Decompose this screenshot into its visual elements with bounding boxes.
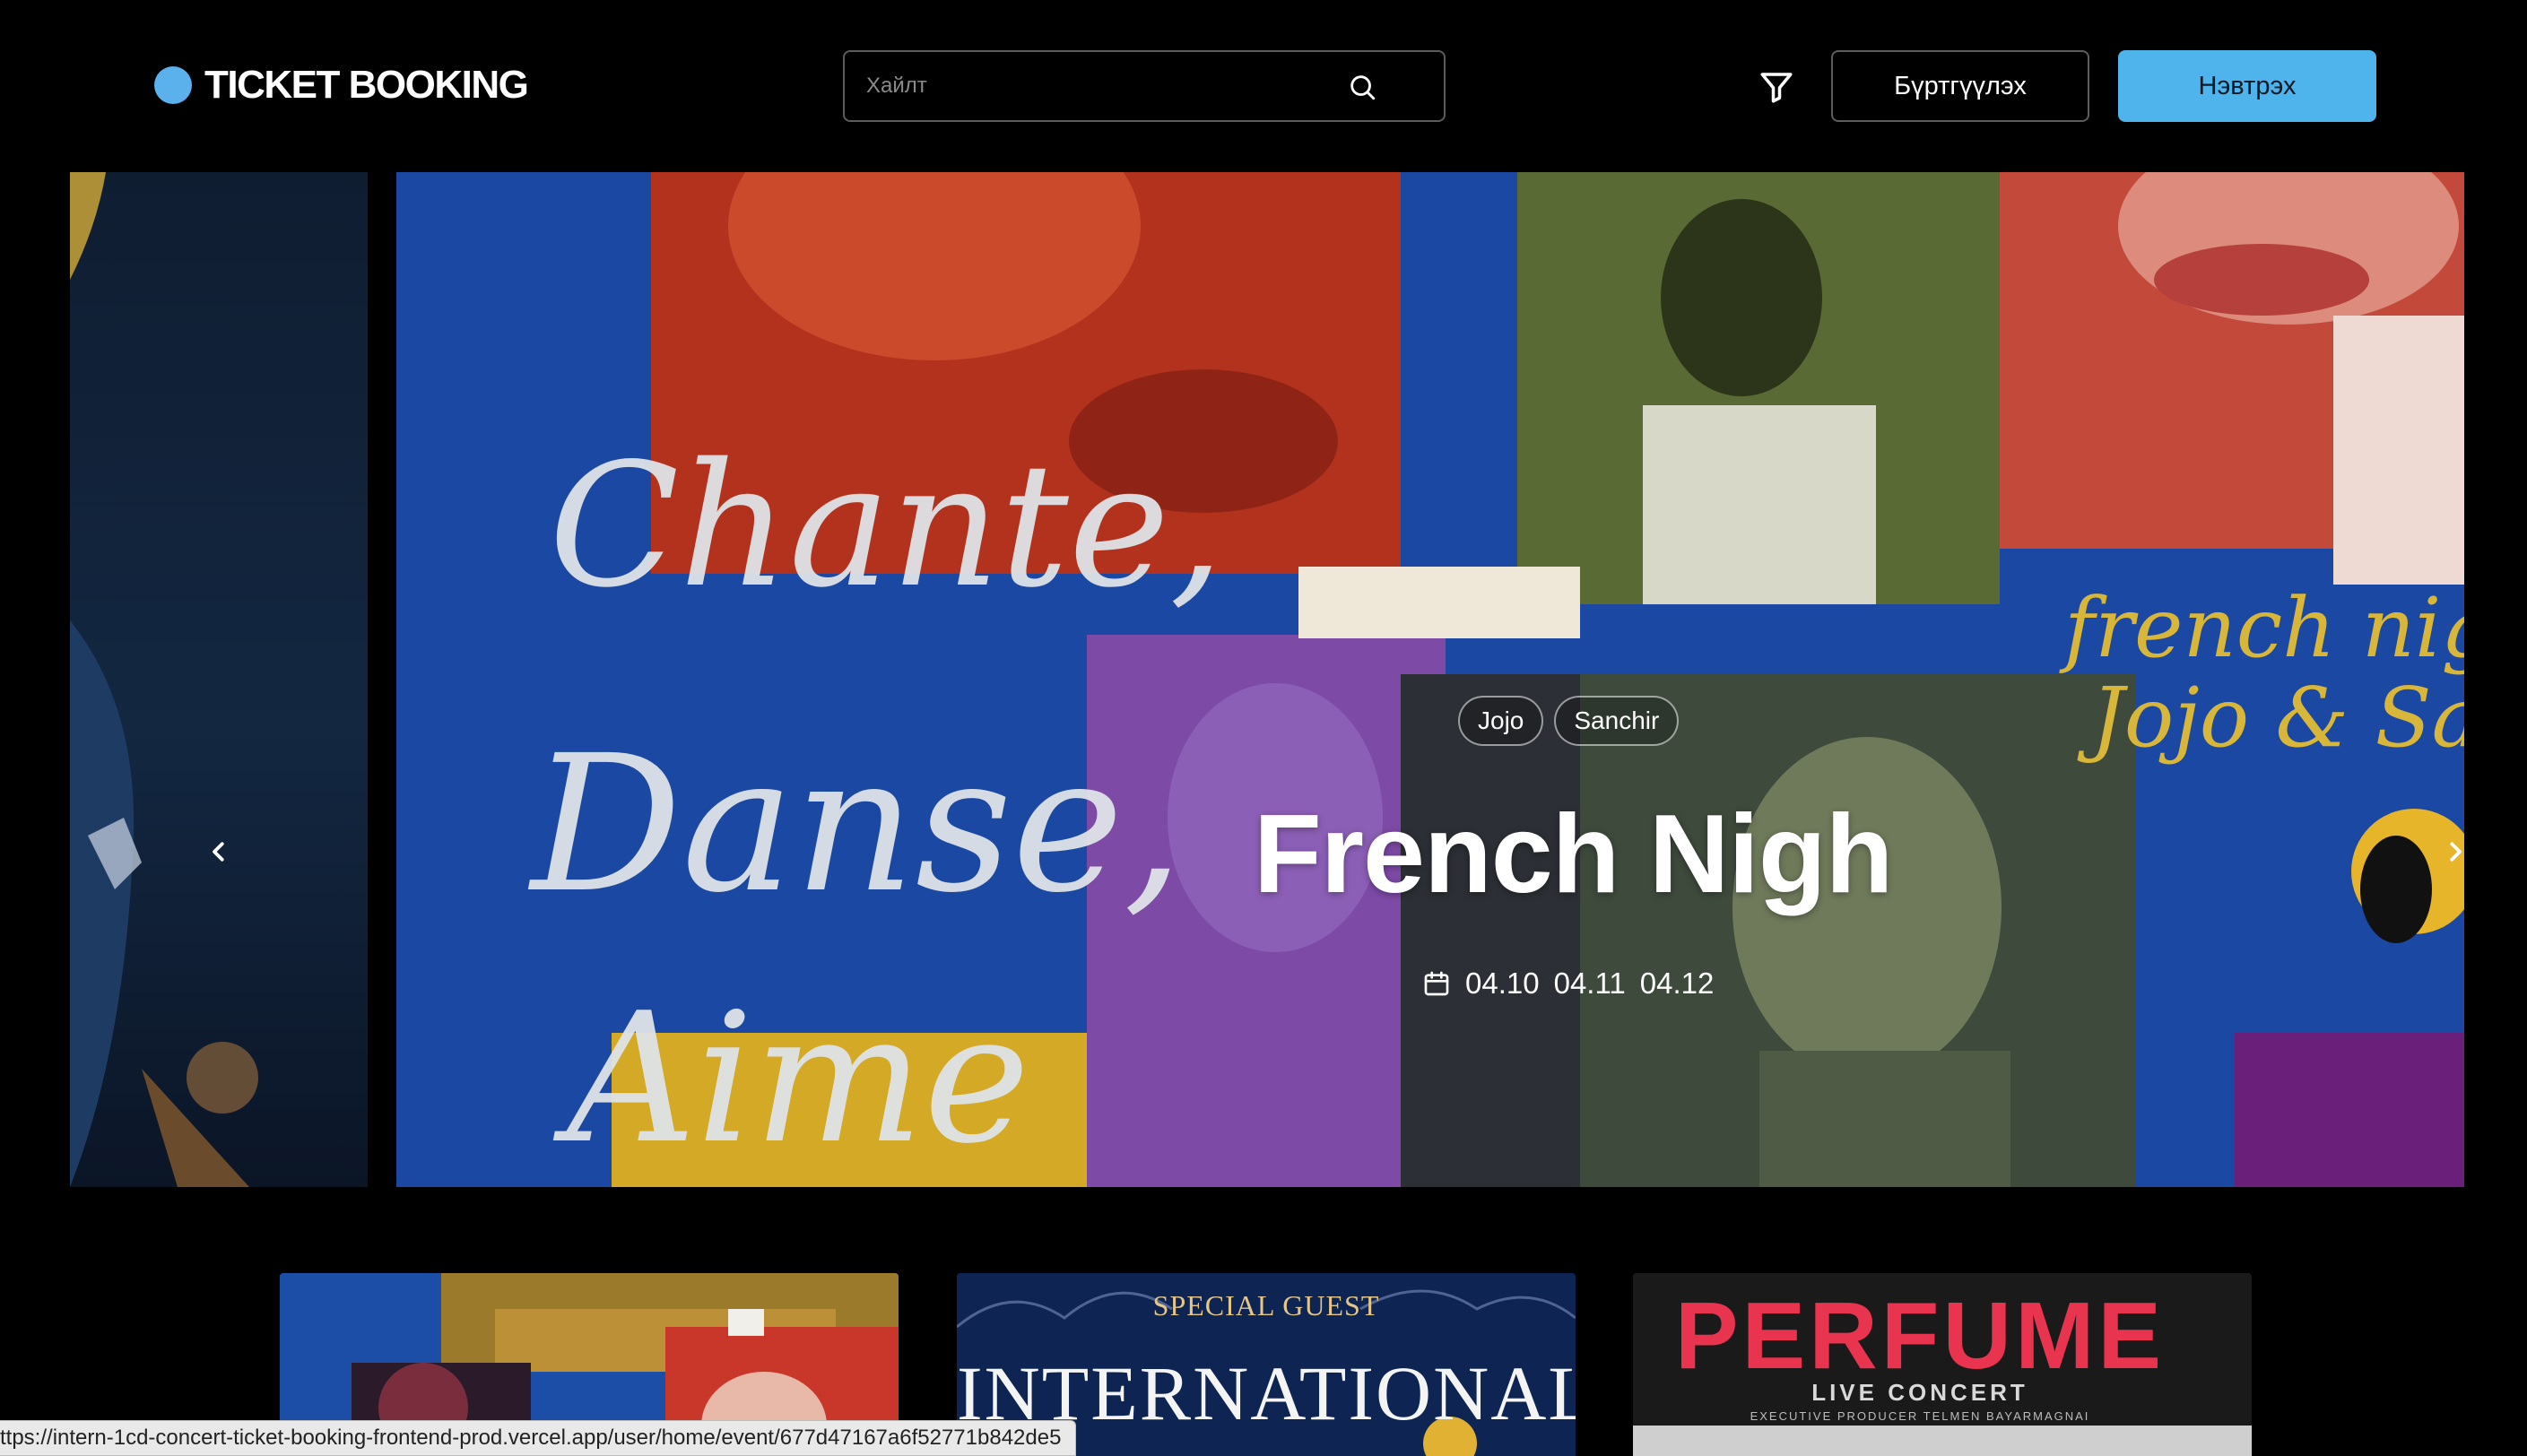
logo-text: TICKET BOOKING — [204, 63, 529, 107]
artist-tags: Jojo Sanchir — [1458, 696, 1680, 746]
ticket-booking-page: TICKET BOOKING Бүртгүүлэх Нэвтрэх — [0, 0, 2527, 1456]
slide-gap — [368, 172, 396, 1187]
filter-icon[interactable] — [1758, 68, 1795, 106]
search-icon[interactable] — [1347, 72, 1377, 102]
card-title: PERFUME — [1674, 1283, 2166, 1389]
french-night-poster-art: Chante, Danse, Aime french night Jojo & … — [396, 172, 2464, 1187]
event-date: 04.11 — [1553, 966, 1626, 1000]
hero-carousel: Chante, Danse, Aime french night Jojo & … — [70, 172, 2464, 1187]
card-subtitle: LIVE CONCERT — [1811, 1379, 2028, 1406]
carousel-prev-button[interactable] — [192, 825, 246, 879]
poster-script-2: Danse, — [527, 715, 1184, 934]
poster-script-3: Aime — [552, 975, 1029, 1183]
event-date: 04.10 — [1465, 966, 1540, 1000]
card-special-guest: SPECIAL GUEST — [1152, 1289, 1380, 1322]
calendar-icon — [1424, 971, 1449, 996]
artist-tag[interactable]: Jojo — [1458, 696, 1544, 746]
chevron-right-icon — [2450, 842, 2462, 862]
poster-corner-2: Jojo & San — [2077, 670, 2464, 766]
event-dates: 04.10 04.11 04.12 — [1422, 966, 1714, 1001]
poster-corner-1: french night — [2059, 580, 2464, 676]
artist-tag[interactable]: Sanchir — [1554, 696, 1680, 746]
logo-dot-icon — [154, 66, 192, 104]
status-bar-url: ttps://intern-1cd-concert-ticket-booking… — [0, 1420, 1077, 1456]
carousel-next-button[interactable] — [2428, 825, 2464, 879]
card-note: EXECUTIVE PRODUCER TELMEN BAYARMAGNAI — [1750, 1409, 2090, 1423]
slide-title: French Nigh — [1254, 793, 1893, 916]
search-input[interactable] — [866, 52, 1368, 120]
chevron-left-icon — [213, 842, 224, 862]
previous-slide-image[interactable] — [70, 172, 368, 1187]
french-night-slide-image[interactable]: Chante, Danse, Aime french night Jojo & … — [396, 172, 2464, 1187]
search-box — [843, 50, 1446, 122]
event-card-perfume[interactable]: PERFUME LIVE CONCERT EXECUTIVE PRODUCER … — [1633, 1273, 2252, 1456]
register-button[interactable]: Бүртгүүлэх — [1831, 50, 2089, 122]
top-header: TICKET BOOKING Бүртгүүлэх Нэвтрэх — [0, 0, 2527, 170]
logo[interactable]: TICKET BOOKING — [154, 63, 529, 108]
poster-script-1: Chante, — [549, 427, 1224, 625]
login-button[interactable]: Нэвтрэх — [2118, 50, 2376, 122]
previous-slide-artwork — [70, 172, 258, 1187]
event-date: 04.12 — [1639, 966, 1715, 1000]
